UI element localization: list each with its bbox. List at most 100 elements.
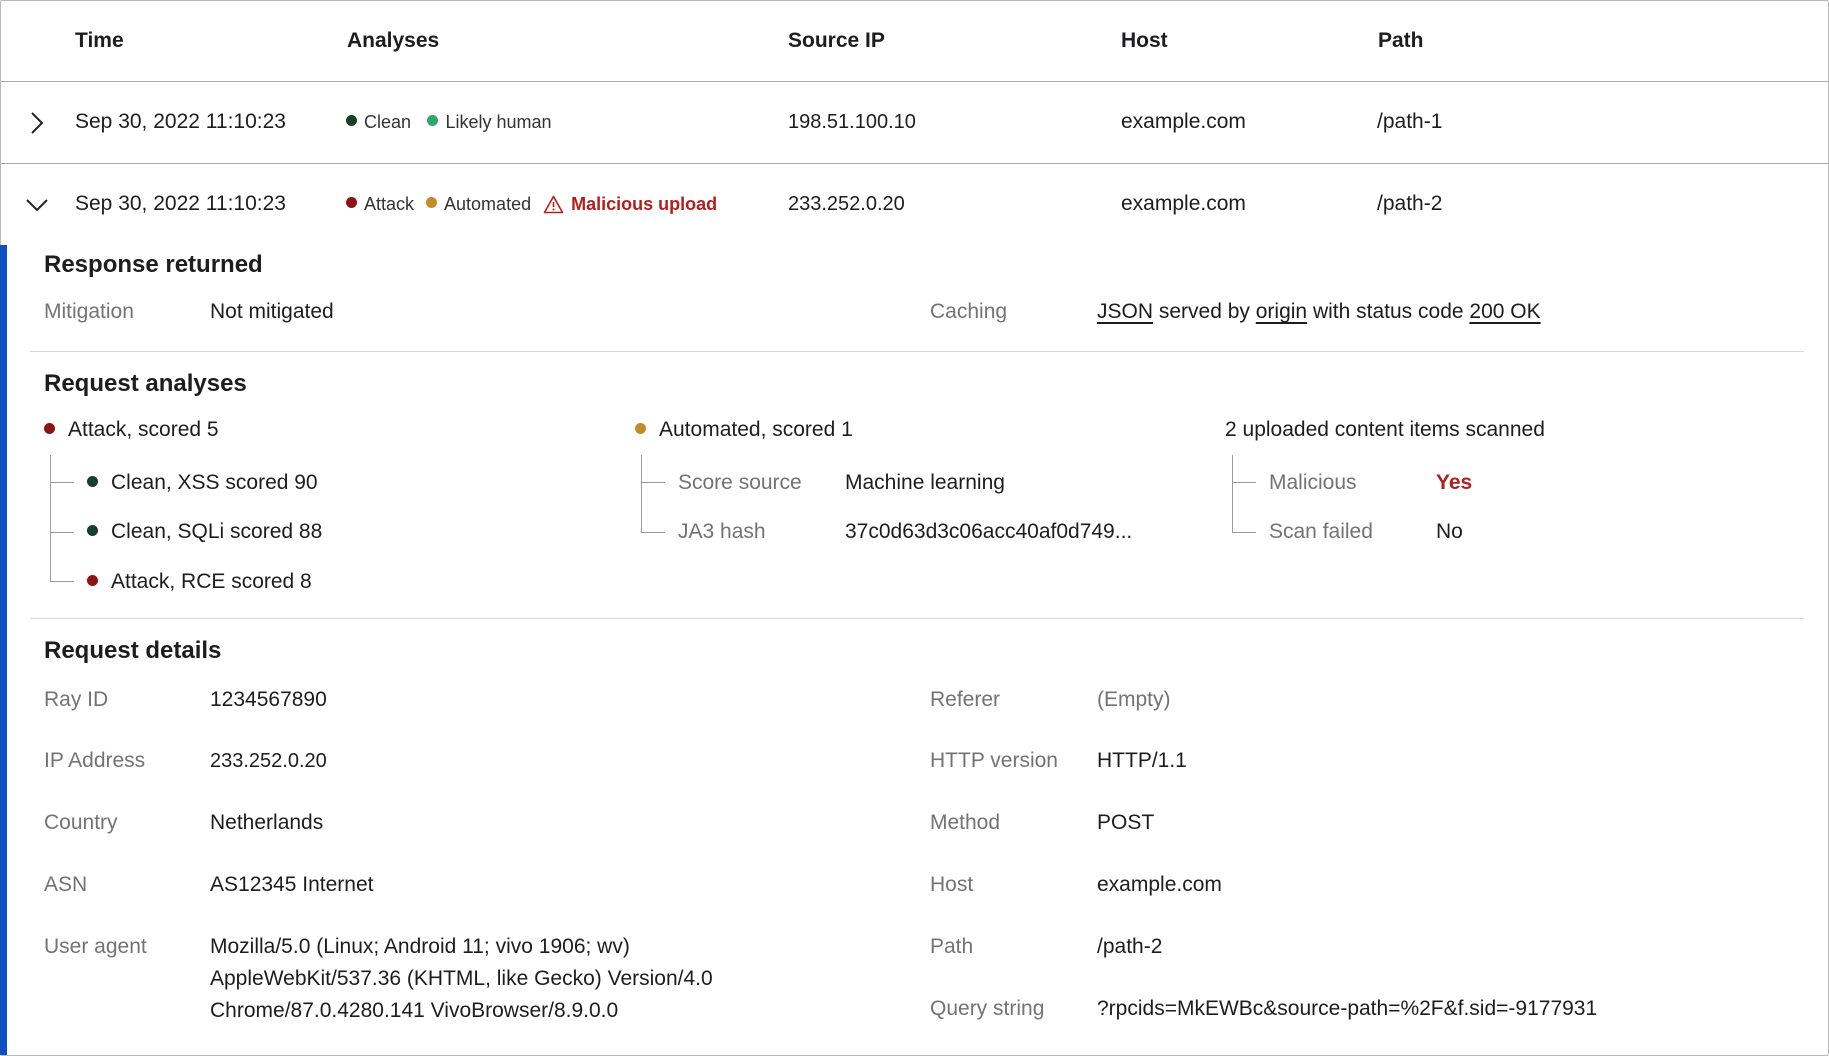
status-dot-icon bbox=[87, 475, 98, 487]
status-dot-icon bbox=[346, 197, 357, 208]
score-source-value: Machine learning bbox=[845, 471, 1005, 494]
status-dot-icon bbox=[635, 422, 646, 434]
analysis-label: Attack bbox=[364, 194, 415, 214]
analysis-item-label: Attack, RCE scored 8 bbox=[111, 570, 312, 593]
column-header-analyses[interactable]: Analyses bbox=[347, 29, 439, 53]
tree-branch bbox=[1232, 532, 1256, 533]
column-header-time[interactable]: Time bbox=[75, 29, 124, 53]
section-title-details: Request details bbox=[44, 637, 222, 664]
status-code-link[interactable]: 200 OK bbox=[1469, 300, 1540, 323]
referer-value: (Empty) bbox=[1097, 688, 1171, 711]
column-header-path[interactable]: Path bbox=[1378, 29, 1424, 53]
analysis-badge-clean: Clean bbox=[346, 112, 411, 133]
tree-line bbox=[641, 455, 642, 533]
ja3-hash-value[interactable]: 37c0d63d3c06acc40af0d749... bbox=[845, 520, 1132, 544]
analysis-badge-automated: Automated bbox=[426, 194, 531, 215]
row-source-ip: 233.252.0.20 bbox=[788, 193, 905, 215]
attack-score-summary: Attack, scored 5 bbox=[44, 418, 219, 442]
tree-branch bbox=[50, 532, 74, 533]
section-divider bbox=[30, 351, 1804, 352]
status-dot-icon bbox=[426, 197, 438, 208]
referer-label: Referer bbox=[930, 688, 1001, 711]
automated-summary-label: Automated, scored 1 bbox=[659, 418, 853, 441]
attack-summary-label: Attack, scored 5 bbox=[68, 418, 219, 441]
ip-address-label: IP Address bbox=[44, 749, 146, 772]
tree-line bbox=[1232, 455, 1233, 533]
ja3-hash-label: JA3 hash bbox=[678, 520, 766, 543]
analysis-badge-attack: Attack bbox=[346, 194, 414, 215]
mitigation-label: Mitigation bbox=[44, 300, 134, 323]
upload-scan-summary: 2 uploaded content items scanned bbox=[1225, 418, 1545, 441]
user-agent-line: Mozilla/5.0 (Linux; Android 11; vivo 190… bbox=[210, 935, 630, 958]
asn-value: AS12345 Internet bbox=[210, 873, 374, 896]
analysis-badge-malicious-upload: Malicious upload bbox=[543, 194, 717, 215]
row-time: Sep 30, 2022 11:10:23 bbox=[75, 192, 286, 215]
section-divider bbox=[30, 618, 1804, 619]
warning-label: Malicious upload bbox=[571, 194, 718, 214]
ray-id-label: Ray ID bbox=[44, 688, 109, 711]
row-source-ip: 198.51.100.10 bbox=[788, 111, 916, 133]
method-label: Method bbox=[930, 811, 1001, 834]
status-dot-icon bbox=[44, 422, 55, 434]
caching-label: Caching bbox=[930, 300, 1008, 323]
row-host: example.com bbox=[1121, 110, 1246, 133]
origin-link[interactable]: origin bbox=[1256, 300, 1307, 323]
status-dot-icon bbox=[427, 115, 439, 126]
ip-address-value[interactable]: 233.252.0.20 bbox=[210, 750, 327, 773]
expanded-row-accent bbox=[0, 245, 7, 1055]
tree-branch bbox=[641, 482, 665, 483]
tree-branch bbox=[1232, 482, 1256, 483]
tree-branch bbox=[50, 581, 74, 582]
content-type-link[interactable]: JSON bbox=[1097, 300, 1153, 323]
row-path: /path-1 bbox=[1377, 110, 1443, 133]
automated-score-summary: Automated, scored 1 bbox=[635, 418, 853, 442]
country-label: Country bbox=[44, 811, 118, 834]
analysis-item-label: Clean, SQLi scored 88 bbox=[111, 520, 323, 543]
warning-triangle-icon bbox=[543, 195, 564, 214]
header-divider bbox=[1, 81, 1828, 82]
user-agent-line: AppleWebKit/537.36 (KHTML, like Gecko) V… bbox=[210, 967, 713, 990]
analysis-item-xss: Clean, XSS scored 90 bbox=[87, 471, 318, 495]
analysis-item-label: Clean, XSS scored 90 bbox=[111, 471, 318, 494]
host-label: Host bbox=[930, 873, 974, 896]
http-version-label: HTTP version bbox=[930, 749, 1058, 772]
ray-id-value[interactable]: 1234567890 bbox=[210, 688, 327, 712]
http-version-value: HTTP/1.1 bbox=[1097, 749, 1187, 772]
scan-failed-value: No bbox=[1436, 520, 1463, 543]
caching-text: with status code bbox=[1312, 300, 1464, 323]
method-value: POST bbox=[1097, 811, 1155, 834]
chevron-down-icon[interactable] bbox=[25, 197, 49, 213]
tree-line bbox=[50, 455, 51, 582]
row-analyses: Attack Automated Malicious upload bbox=[346, 194, 729, 215]
status-dot-icon bbox=[87, 524, 98, 536]
analysis-label: Likely human bbox=[445, 112, 552, 132]
country-value: Netherlands bbox=[210, 811, 324, 834]
row-host: example.com bbox=[1121, 192, 1246, 215]
row-analyses: Clean Likely human bbox=[346, 112, 564, 133]
score-source-label: Score source bbox=[678, 471, 802, 494]
scan-failed-label: Scan failed bbox=[1269, 520, 1373, 543]
path-label: Path bbox=[930, 935, 974, 958]
host-value: example.com bbox=[1097, 873, 1222, 896]
status-dot-icon bbox=[87, 574, 98, 586]
malicious-value: Yes bbox=[1436, 471, 1473, 494]
analysis-label: Clean bbox=[364, 112, 412, 132]
row-path: /path-2 bbox=[1377, 192, 1443, 215]
analysis-item-rce: Attack, RCE scored 8 bbox=[87, 570, 312, 594]
chevron-right-icon[interactable] bbox=[29, 111, 45, 135]
query-string-value[interactable]: ?rpcids=MkEWBc&source-path=%2F&f.sid=-91… bbox=[1097, 997, 1597, 1021]
user-agent-label: User agent bbox=[44, 935, 147, 958]
tree-branch bbox=[50, 482, 74, 483]
query-string-label: Query string bbox=[930, 997, 1045, 1020]
column-header-source-ip[interactable]: Source IP bbox=[788, 29, 885, 53]
caching-text: served by bbox=[1158, 300, 1250, 323]
section-title-response: Response returned bbox=[44, 251, 263, 278]
analysis-label: Automated bbox=[444, 194, 532, 214]
path-value: /path-2 bbox=[1097, 935, 1163, 958]
user-agent-line: Chrome/87.0.4280.141 VivoBrowser/8.9.0.0 bbox=[210, 999, 619, 1022]
caching-value: JSON served by origin with status code 2… bbox=[1097, 300, 1541, 324]
section-title-analyses: Request analyses bbox=[44, 370, 247, 397]
mitigation-value: Not mitigated bbox=[210, 300, 334, 323]
column-header-host[interactable]: Host bbox=[1121, 29, 1168, 53]
malicious-label: Malicious bbox=[1269, 471, 1357, 494]
